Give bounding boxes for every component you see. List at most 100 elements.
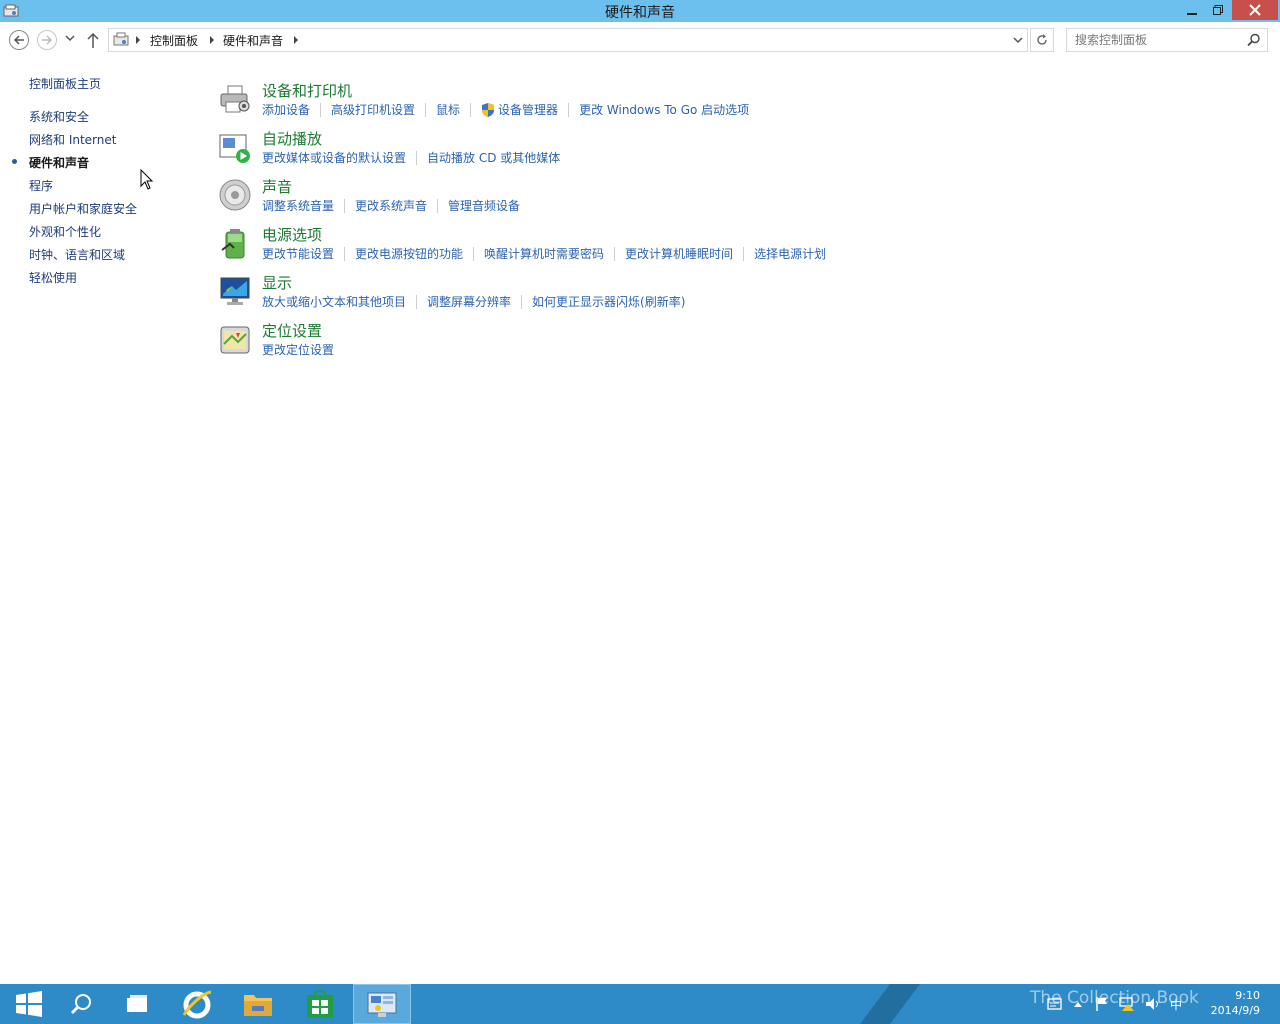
search-box[interactable] bbox=[1066, 28, 1268, 52]
watermark-text: The Collection Book bbox=[1030, 988, 1199, 1008]
category-links: 更改节能设置 更改电源按钮的功能 唤醒计算机时需要密码 更改计算机睡眠时间 选择… bbox=[262, 245, 826, 262]
location-icon[interactable] bbox=[218, 322, 252, 356]
monitor-icon[interactable] bbox=[218, 274, 252, 308]
link-text-size[interactable]: 放大或缩小文本和其他项目 bbox=[262, 293, 406, 310]
link-power-plan[interactable]: 选择电源计划 bbox=[754, 245, 826, 262]
internet-explorer-icon bbox=[182, 990, 212, 1019]
chevron-right-icon[interactable] bbox=[293, 35, 299, 45]
sidebar-item-appearance[interactable]: 外观和个性化 bbox=[29, 223, 101, 240]
category-title[interactable]: 自动播放 bbox=[262, 128, 322, 149]
category-title[interactable]: 显示 bbox=[262, 272, 292, 293]
category-title[interactable]: 电源选项 bbox=[262, 224, 322, 245]
control-panel-taskbar-button[interactable] bbox=[353, 984, 411, 1024]
file-explorer-button[interactable] bbox=[229, 984, 287, 1024]
navigation-bar: 控制面板 硬件和声音 bbox=[0, 22, 1280, 60]
link-add-device[interactable]: 添加设备 bbox=[262, 101, 310, 118]
breadcrumb-hardware-sound[interactable]: 硬件和声音 bbox=[223, 32, 283, 49]
link-divider bbox=[320, 102, 322, 117]
link-refresh-rate[interactable]: 如何更正显示器闪烁(刷新率) bbox=[532, 293, 685, 310]
restore-icon bbox=[1213, 5, 1223, 15]
link-divider bbox=[743, 246, 745, 261]
close-button[interactable] bbox=[1232, 0, 1278, 20]
store-button[interactable] bbox=[291, 984, 349, 1024]
category-power-options: 电源选项 更改节能设置 更改电源按钮的功能 唤醒计算机时需要密码 更改计算机睡眠… bbox=[218, 224, 918, 270]
link-power-button[interactable]: 更改电源按钮的功能 bbox=[355, 245, 463, 262]
category-autoplay: 自动播放 更改媒体或设备的默认设置 自动播放 CD 或其他媒体 bbox=[218, 128, 918, 174]
sidebar-item-ease-of-access[interactable]: 轻松使用 bbox=[29, 269, 77, 286]
sidebar-home-link[interactable]: 控制面板主页 bbox=[29, 75, 101, 92]
battery-icon[interactable] bbox=[218, 226, 252, 260]
category-title[interactable]: 定位设置 bbox=[262, 320, 322, 341]
link-divider bbox=[568, 102, 570, 117]
sidebar-item-user-accounts[interactable]: 用户帐户和家庭安全 bbox=[29, 200, 137, 217]
link-change-sounds[interactable]: 更改系统声音 bbox=[355, 197, 427, 214]
chevron-down-icon[interactable] bbox=[1013, 35, 1023, 45]
category-title[interactable]: 设备和打印机 bbox=[262, 80, 352, 101]
search-taskbar-button[interactable] bbox=[52, 984, 110, 1024]
link-divider bbox=[344, 246, 346, 261]
link-divider bbox=[344, 198, 346, 213]
printer-icon[interactable] bbox=[218, 82, 252, 116]
mouse-cursor-icon bbox=[140, 169, 154, 190]
task-view-button[interactable] bbox=[108, 984, 166, 1024]
breadcrumb-control-panel[interactable]: 控制面板 bbox=[150, 32, 198, 49]
link-wake-password[interactable]: 唤醒计算机时需要密码 bbox=[484, 245, 604, 262]
close-icon bbox=[1249, 4, 1261, 16]
link-divider bbox=[473, 246, 475, 261]
up-arrow-icon[interactable] bbox=[86, 30, 100, 50]
back-button[interactable] bbox=[9, 30, 29, 50]
link-divider bbox=[614, 246, 616, 261]
link-divider bbox=[416, 150, 418, 165]
category-links: 放大或缩小文本和其他项目 调整屏幕分辨率 如何更正显示器闪烁(刷新率) bbox=[262, 293, 685, 310]
category-title[interactable]: 声音 bbox=[262, 176, 292, 197]
search-input[interactable] bbox=[1073, 31, 1243, 49]
category-links: 调整系统音量 更改系统声音 管理音频设备 bbox=[262, 197, 520, 214]
category-devices-printers: 设备和打印机 添加设备 高级打印机设置 鼠标 设备管理器 更改 Windows … bbox=[218, 80, 918, 126]
sidebar-item-programs[interactable]: 程序 bbox=[29, 177, 53, 194]
address-bar[interactable]: 控制面板 硬件和声音 bbox=[108, 28, 1028, 52]
minimize-button[interactable] bbox=[1180, 0, 1204, 20]
sidebar-item-clock-region[interactable]: 时钟、语言和区域 bbox=[29, 246, 125, 263]
search-icon[interactable] bbox=[1247, 33, 1261, 47]
link-sleep-time[interactable]: 更改计算机睡眠时间 bbox=[625, 245, 733, 262]
link-device-manager[interactable]: 设备管理器 bbox=[498, 101, 558, 118]
window-title: 硬件和声音 bbox=[605, 5, 675, 21]
ie-button[interactable] bbox=[168, 984, 226, 1024]
sidebar-item-network[interactable]: 网络和 Internet bbox=[29, 131, 116, 148]
link-resolution[interactable]: 调整屏幕分辨率 bbox=[427, 293, 511, 310]
autoplay-icon[interactable] bbox=[218, 130, 252, 164]
title-bar: 硬件和声音 bbox=[0, 0, 1280, 22]
link-windows-to-go[interactable]: 更改 Windows To Go 启动选项 bbox=[579, 101, 749, 118]
store-bag-icon bbox=[307, 990, 333, 1018]
restore-button[interactable] bbox=[1206, 0, 1230, 20]
category-links: 更改媒体或设备的默认设置 自动播放 CD 或其他媒体 bbox=[262, 149, 560, 166]
link-adjust-volume[interactable]: 调整系统音量 bbox=[262, 197, 334, 214]
forward-button[interactable] bbox=[37, 30, 57, 50]
clock-time: 9:10 bbox=[1235, 989, 1260, 1002]
link-divider bbox=[470, 102, 472, 117]
back-arrow-icon bbox=[13, 35, 24, 45]
link-autoplay-cd[interactable]: 自动播放 CD 或其他媒体 bbox=[427, 149, 560, 166]
category-sound: 声音 调整系统音量 更改系统声音 管理音频设备 bbox=[218, 176, 918, 222]
link-advanced-printer[interactable]: 高级打印机设置 bbox=[331, 101, 415, 118]
link-manage-audio[interactable]: 管理音频设备 bbox=[448, 197, 520, 214]
clock-date: 2014/9/9 bbox=[1210, 1004, 1260, 1017]
speaker-icon[interactable] bbox=[218, 178, 252, 212]
link-location-settings[interactable]: 更改定位设置 bbox=[262, 341, 334, 358]
control-panel-icon bbox=[113, 32, 129, 46]
sidebar-item-system-security[interactable]: 系统和安全 bbox=[29, 108, 89, 125]
category-links: 更改定位设置 bbox=[262, 341, 334, 358]
refresh-button[interactable] bbox=[1030, 28, 1054, 52]
clock[interactable]: 9:10 2014/9/9 bbox=[1211, 988, 1260, 1018]
link-power-saving[interactable]: 更改节能设置 bbox=[262, 245, 334, 262]
sidebar-item-hardware-sound[interactable]: 硬件和声音 bbox=[29, 154, 89, 171]
link-divider bbox=[521, 294, 523, 309]
chevron-right-icon[interactable] bbox=[209, 35, 215, 45]
chevron-right-icon[interactable] bbox=[135, 35, 141, 45]
folder-icon bbox=[244, 995, 272, 1016]
task-view-icon bbox=[127, 995, 147, 1012]
recent-locations-chevron-icon[interactable] bbox=[65, 34, 75, 42]
link-mouse[interactable]: 鼠标 bbox=[436, 101, 460, 118]
start-button[interactable] bbox=[0, 984, 58, 1024]
link-media-defaults[interactable]: 更改媒体或设备的默认设置 bbox=[262, 149, 406, 166]
